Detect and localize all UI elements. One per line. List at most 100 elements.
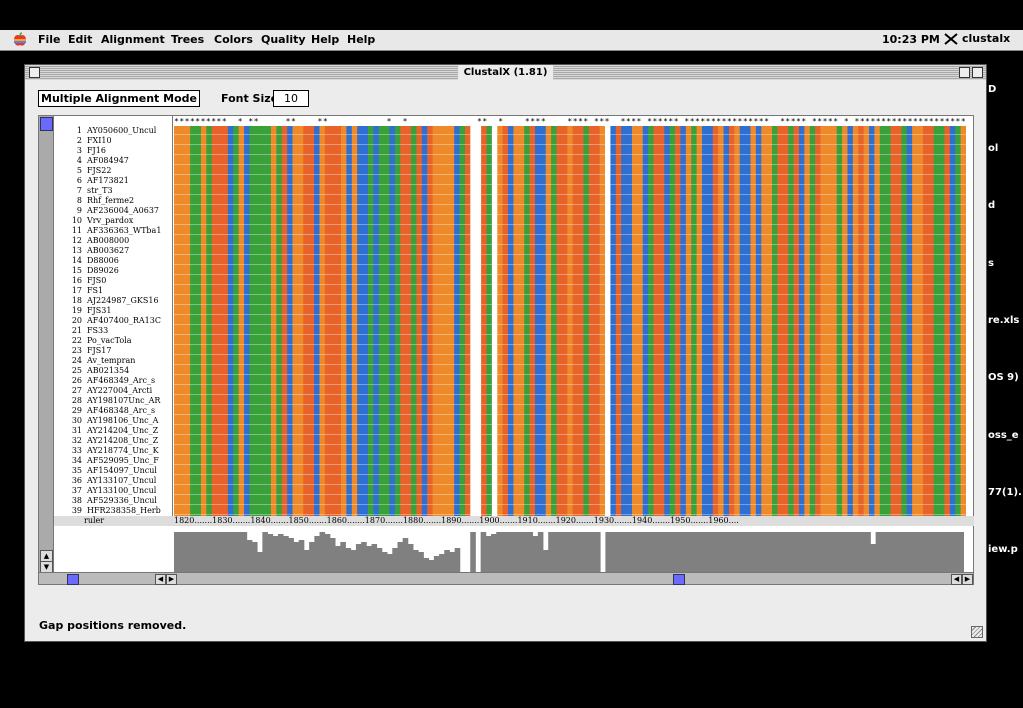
sequence-name-row[interactable]: 28 AY198107Unc_AR <box>54 396 161 406</box>
sequence-name-row[interactable]: 38 AF529336_Uncul <box>54 496 157 506</box>
quality-bar <box>501 532 508 572</box>
sequence-name-row[interactable]: 12 AB008000 <box>54 236 129 246</box>
apple-menu-icon[interactable] <box>12 32 28 48</box>
sequence-name-row[interactable]: 22 Po_vacTola <box>54 336 132 346</box>
window-titlebar[interactable]: ClustalX (1.81) <box>25 65 986 80</box>
menu-file[interactable]: File <box>38 33 61 46</box>
sequence-name-row[interactable]: 2 FXI10 <box>54 136 112 146</box>
app-switcher[interactable]: clustalx <box>944 32 1010 45</box>
sequence-name-row[interactable]: 26 AF468349_Arc_s <box>54 376 155 386</box>
sequence-name-row[interactable]: 11 AF336363_WTba1 <box>54 226 162 236</box>
font-size-field[interactable]: 10 <box>273 90 309 107</box>
sequence-name-row[interactable]: 17 FS1 <box>54 286 103 296</box>
sequence-name-row[interactable]: 4 AF084947 <box>54 156 129 166</box>
menu-quality[interactable]: Quality <box>261 33 306 46</box>
quality-bar <box>407 544 414 572</box>
sequence-name-row[interactable]: 36 AY133107_Uncul <box>54 476 157 486</box>
menu-alignment[interactable]: Alignment <box>101 33 165 46</box>
sequence-name-row[interactable]: 37 AY133100_Uncul <box>54 486 157 496</box>
desktop-label[interactable]: d <box>988 200 995 211</box>
sequence-name-row[interactable]: 9 AF236004_A0637 <box>54 206 159 216</box>
quality-bar <box>257 552 263 572</box>
sequence-name-row[interactable]: 8 Rhf_ferme2 <box>54 196 134 206</box>
sequence-name-row[interactable]: 35 AF154097_Uncul <box>54 466 157 476</box>
desktop-label[interactable]: D <box>988 84 996 95</box>
close-box-icon[interactable] <box>29 67 40 78</box>
sequence-name-row[interactable]: 15 D89026 <box>54 266 119 276</box>
scroll-left-icon[interactable]: ◀ <box>951 574 962 585</box>
row-separator <box>174 354 966 355</box>
sequence-name-row[interactable]: 34 AF529095_Unc_F <box>54 456 159 466</box>
sequence-name-row[interactable]: 27 AY227004_Arcti <box>54 386 152 396</box>
desktop-label[interactable]: ol <box>988 143 998 154</box>
alignment-scroll-thumb[interactable] <box>673 574 685 585</box>
sequence-name-row[interactable]: 5 FJS22 <box>54 166 112 176</box>
sequence-name: FJS17 <box>87 346 112 355</box>
desktop-label[interactable]: OS 9) <box>988 372 1019 383</box>
sequence-name-row[interactable]: 3 FJ16 <box>54 146 106 156</box>
sequence-name-row[interactable]: 6 AF173821 <box>54 176 129 186</box>
sequence-name-row[interactable]: 23 FJS17 <box>54 346 112 356</box>
sequence-name-row[interactable]: 16 FJS0 <box>54 276 107 286</box>
horizontal-scrollbar[interactable]: ◀ ▶ ◀ ▶ <box>38 572 974 585</box>
desktop-label[interactable]: s <box>988 258 994 269</box>
sequence-name-row[interactable]: 25 AB021354 <box>54 366 129 376</box>
scroll-right-icon[interactable]: ▶ <box>166 574 177 585</box>
menu-trees[interactable]: Trees <box>171 33 204 46</box>
alignment-mode-button[interactable]: Multiple Alignment Mode <box>38 90 200 107</box>
desktop-label[interactable]: re.xls <box>988 315 1019 326</box>
sequence-name-row[interactable]: 39 HFR238358_Herb <box>54 506 161 516</box>
sequence-name-row[interactable]: 31 AY214204_Unc_Z <box>54 426 158 436</box>
vertical-scrollbar[interactable]: ▲ ▼ <box>39 116 54 573</box>
quality-bar <box>813 532 819 572</box>
quality-bar <box>605 532 611 572</box>
sequence-name-row[interactable]: 30 AY198106_Unc_A <box>54 416 159 426</box>
alignment-grid[interactable] <box>174 126 966 516</box>
sequence-name: AB008000 <box>87 236 130 245</box>
quality-bar <box>922 532 929 572</box>
sequence-name-row[interactable]: 24 Av_tempran <box>54 356 136 366</box>
sequence-name-row[interactable]: 7 str_T3 <box>54 186 113 196</box>
quality-bar <box>714 532 721 572</box>
quality-bar <box>428 560 435 572</box>
scroll-right-icon[interactable]: ▶ <box>962 574 973 585</box>
desktop-label[interactable]: oss_e <box>988 430 1019 441</box>
sequence-name-row[interactable]: 10 Vrv_pardox <box>54 216 133 226</box>
desktop-label[interactable]: iew.p <box>988 544 1018 555</box>
sequence-name-row[interactable]: 1 AY050600_Uncul <box>54 126 156 136</box>
sequence-name-row[interactable]: 21 FS33 <box>54 326 108 336</box>
sequence-name: AY198106_Unc_A <box>87 416 159 425</box>
sequence-name: AF173821 <box>87 176 129 185</box>
row-separator <box>174 444 966 445</box>
sequence-name-row[interactable]: 13 AB003627 <box>54 246 129 256</box>
menu-colors[interactable]: Colors <box>214 33 253 46</box>
resize-grip-icon[interactable] <box>971 626 983 638</box>
sequence-name-row[interactable]: 20 AF407400_RA13C <box>54 316 161 326</box>
sequence-name-row[interactable]: 33 AY218774_Unc_K <box>54 446 159 456</box>
sequence-name-row[interactable]: 14 D88006 <box>54 256 119 266</box>
scroll-left-icon[interactable]: ◀ <box>155 574 166 585</box>
quality-bar <box>912 532 918 572</box>
zoom-box-icon[interactable] <box>959 67 970 78</box>
sequence-name-row[interactable]: 32 AY214208_Unc_Z <box>54 436 158 446</box>
quality-bar <box>579 532 585 572</box>
quality-bar <box>620 532 627 572</box>
quality-bar <box>584 532 591 572</box>
sequence-name-row[interactable]: 19 FJS31 <box>54 306 112 316</box>
collapse-box-icon[interactable] <box>972 67 983 78</box>
quality-bar <box>782 532 788 572</box>
quality-bar <box>797 532 804 572</box>
menu-help-2[interactable]: Help <box>347 33 375 46</box>
menu-edit[interactable]: Edit <box>68 33 92 46</box>
quality-bar <box>818 532 825 572</box>
sequence-number: 25 <box>71 366 82 375</box>
sequence-name-row[interactable]: 18 AJ224987_GKS16 <box>54 296 159 306</box>
quality-bar <box>335 546 341 572</box>
desktop-label[interactable]: 77(1). <box>988 487 1022 498</box>
sequence-name-row[interactable]: 29 AF468348_Arc_s <box>54 406 155 416</box>
name-scroll-thumb[interactable] <box>67 574 79 585</box>
quality-bar <box>901 532 908 572</box>
scroll-top-icon[interactable] <box>40 117 53 131</box>
sequence-name-list[interactable]: 1 AY050600_Uncul 2 FXI10 3 FJ16 4 AF084947 5 FJS2… <box>54 116 173 521</box>
menu-help[interactable]: Help <box>311 33 339 46</box>
